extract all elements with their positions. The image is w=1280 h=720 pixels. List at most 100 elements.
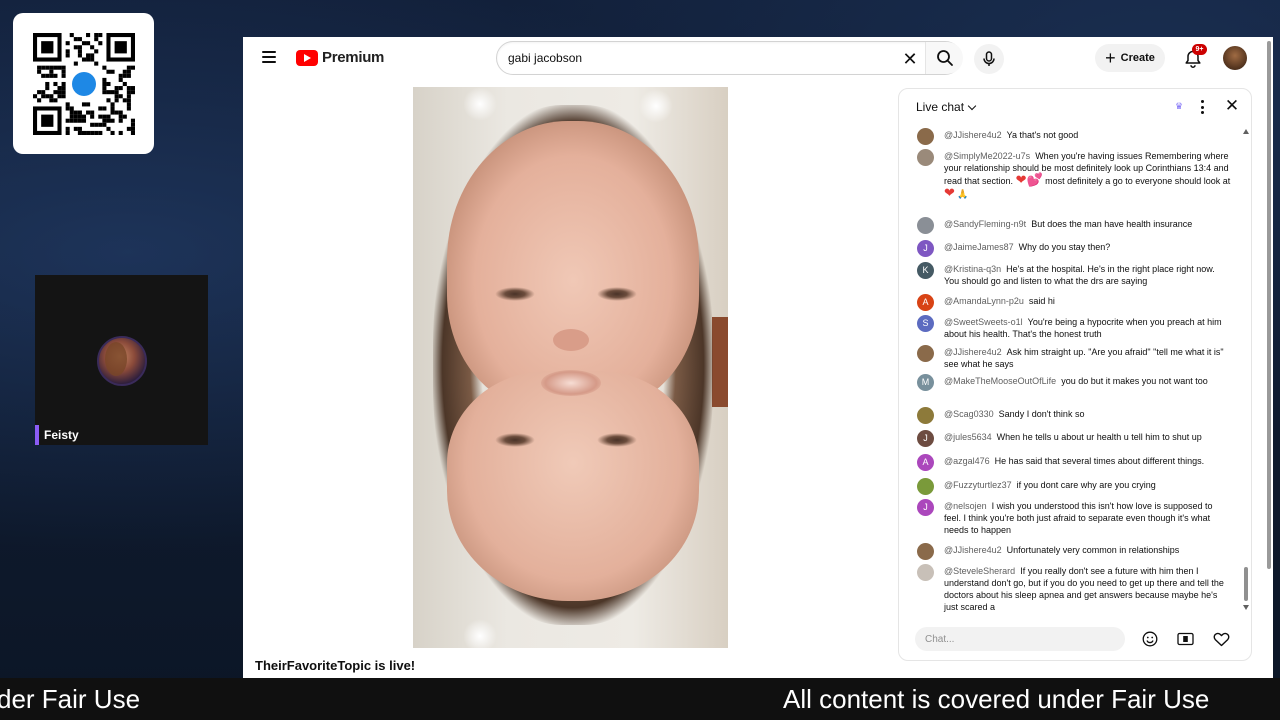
page-scrollbar[interactable] (1267, 41, 1271, 669)
chat-text: said hi (1028, 296, 1055, 306)
chat-text: Why do you stay then? (1018, 242, 1111, 252)
page-scrollbar-thumb[interactable] (1267, 41, 1271, 569)
more-options-icon[interactable] (1196, 99, 1208, 115)
chat-author[interactable]: @SandyFleming-n9t (944, 219, 1026, 229)
chat-scrollbar-thumb[interactable] (1244, 567, 1248, 601)
chat-author[interactable]: @MakeTheMooseOutOfLife (944, 376, 1056, 386)
search-box: ✕ (496, 41, 963, 75)
like-button[interactable] (1211, 629, 1231, 649)
heart-icon (1213, 632, 1229, 646)
chat-author[interactable]: @SteveleSherard (944, 566, 1015, 576)
hearts-emoji-icon: 💕 (1026, 172, 1043, 187)
live-chat-header: Live chat ♛ ✕ (899, 89, 1251, 123)
search-input[interactable] (497, 42, 887, 74)
chat-message: @JJishere4u2 Ask him straight up. "Are yo… (917, 345, 1232, 370)
chat-message: @JJishere4u2 Ya that's not good (917, 128, 1232, 145)
chat-text: But does the man have health insurance (1031, 219, 1193, 229)
scroll-down-arrow-icon[interactable] (1243, 605, 1249, 610)
video-face-mirror (447, 371, 699, 601)
video-mouth (541, 370, 601, 396)
chat-avatar[interactable]: S (917, 315, 934, 332)
youtube-play-icon (296, 49, 318, 66)
chat-avatar[interactable]: J (917, 430, 934, 447)
video-face (447, 121, 699, 411)
crown-icon[interactable]: ♛ (1175, 102, 1185, 111)
chat-text-continued: most definitely a go to everyone should … (1045, 176, 1231, 186)
chat-message: K @Kristina-q3n He's at the hospital. He'… (917, 262, 1232, 287)
chat-message-list: @JJishere4u2 Ya that's not good @SimplyMe… (899, 125, 1239, 617)
chat-message: @SimplyMe2022-u7s When you're having issu… (917, 149, 1232, 200)
chat-author[interactable]: @SweetSweets-o1l (944, 317, 1023, 327)
super-chat-icon (1176, 632, 1194, 646)
chat-avatar[interactable]: A (917, 294, 934, 311)
chat-author[interactable]: @azgal476 (944, 456, 990, 466)
chat-author[interactable]: @JaimeJames87 (944, 242, 1014, 252)
chat-author[interactable]: @AmandaLynn-p2u (944, 296, 1024, 306)
youtube-logo[interactable]: Premium (296, 49, 384, 66)
fair-use-ticker: der Fair Use All content is covered unde… (0, 678, 1280, 720)
streamer-camera-tile: Feisty (35, 275, 208, 445)
chat-avatar[interactable]: K (917, 262, 934, 279)
logo-text: Premium (322, 49, 385, 66)
chat-input[interactable] (915, 627, 1125, 651)
qr-code (13, 13, 154, 154)
chat-avatar[interactable] (917, 217, 934, 234)
chat-message: @SandyFleming-n9t But does the man have h… (917, 217, 1232, 234)
close-chat-icon[interactable]: ✕ (1223, 97, 1241, 115)
clear-search-icon[interactable]: ✕ (900, 49, 920, 69)
chat-text: Unfortunately very common in relationshi… (1006, 545, 1180, 555)
chat-text: He has said that several times about dif… (994, 456, 1205, 466)
chat-author[interactable]: @Fuzzyturtlez37 (944, 480, 1012, 490)
create-label: Create (1120, 52, 1155, 64)
chat-author[interactable]: @SimplyMe2022-u7s (944, 151, 1030, 161)
account-avatar[interactable] (1223, 46, 1247, 70)
chat-message: S @SweetSweets-o1l You're being a hypocri… (917, 315, 1232, 340)
chat-author[interactable]: @Scag0330 (944, 409, 994, 419)
chat-author[interactable]: @JJishere4u2 (944, 347, 1002, 357)
chat-message: A @AmandaLynn-p2u said hi (917, 294, 1232, 311)
background-door (712, 317, 728, 407)
chat-message: @SteveleSherard If you really don't see a… (917, 564, 1232, 613)
streamer-name: Feisty (35, 425, 79, 445)
search-button[interactable] (925, 42, 963, 74)
heart-emoji-icon: ❤ (1015, 172, 1027, 187)
chat-avatar[interactable] (917, 564, 934, 581)
chat-avatar[interactable] (917, 149, 934, 166)
chat-author[interactable]: @jules5634 (944, 432, 992, 442)
chat-input-bar (899, 622, 1251, 660)
chat-author[interactable]: @nelsojen (944, 501, 987, 511)
create-button[interactable]: + Create (1095, 44, 1165, 72)
live-chat-mode-dropdown[interactable]: Live chat (916, 100, 977, 114)
chevron-down-icon (967, 101, 977, 110)
menu-icon[interactable] (262, 51, 276, 63)
video-player[interactable] (413, 87, 728, 648)
chat-message: J @nelsojen I wish you understood this is… (917, 499, 1232, 536)
heart-emoji-icon: ❤ (944, 185, 955, 200)
chat-avatar[interactable] (917, 478, 934, 495)
emoji-button[interactable] (1140, 629, 1160, 649)
chat-message: @JJishere4u2 Unfortunately very common in… (917, 543, 1232, 560)
chat-author[interactable]: @JJishere4u2 (944, 130, 1002, 140)
chat-avatar[interactable]: J (917, 499, 934, 516)
chat-avatar[interactable] (917, 543, 934, 560)
notification-badge: 9+ (1192, 44, 1207, 55)
chat-avatar[interactable]: M (917, 374, 934, 391)
ticker-text: der Fair Use (0, 684, 141, 714)
youtube-header: Premium ✕ + Create 9+ (243, 37, 1273, 79)
chat-author[interactable]: @Kristina-q3n (944, 264, 1001, 274)
notifications-button[interactable]: 9+ (1181, 44, 1207, 71)
chat-text: Ya that's not good (1006, 130, 1079, 140)
chat-avatar[interactable] (917, 128, 934, 145)
chat-avatar[interactable]: A (917, 454, 934, 471)
scroll-up-arrow-icon[interactable] (1243, 129, 1249, 134)
super-chat-button[interactable] (1175, 629, 1195, 649)
chat-scrollbar[interactable] (1243, 129, 1249, 613)
chat-avatar[interactable] (917, 407, 934, 424)
light-flare (639, 89, 673, 123)
chat-avatar[interactable]: J (917, 240, 934, 257)
chat-author[interactable]: @JJishere4u2 (944, 545, 1002, 555)
chat-avatar[interactable] (917, 345, 934, 362)
voice-search-button[interactable] (974, 44, 1004, 74)
video-eye-mirror (597, 433, 637, 447)
ticker-text: All content is covered under Fair Use (783, 684, 1210, 714)
